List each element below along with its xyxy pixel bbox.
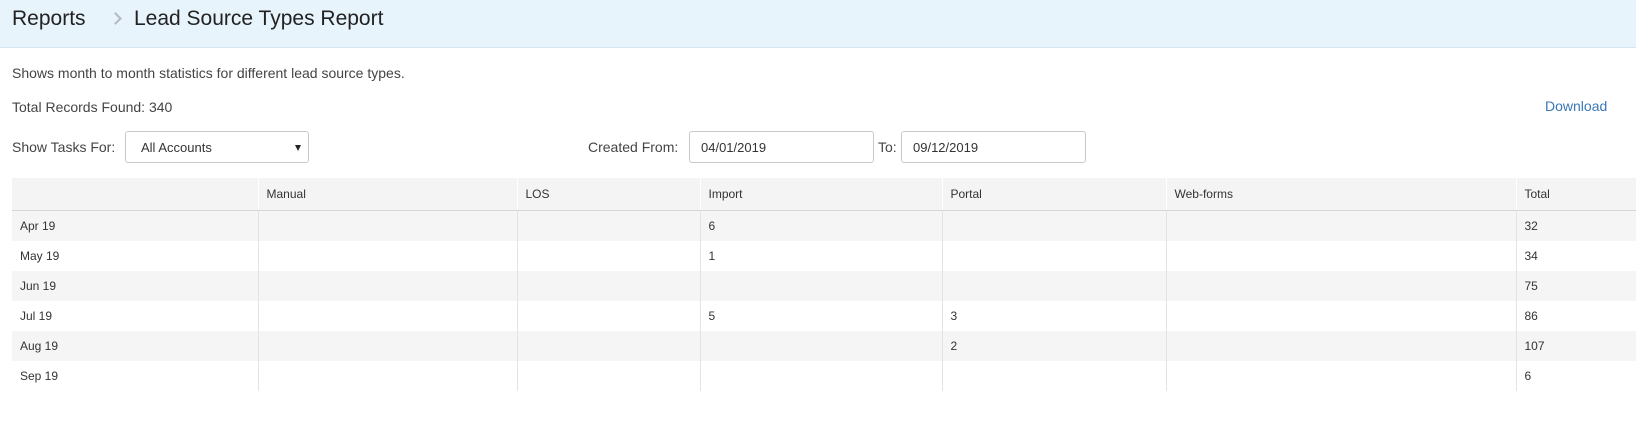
table-row: Jul 19 5 3 86 bbox=[12, 301, 1636, 331]
cell-portal bbox=[941, 241, 1166, 271]
column-header-web-forms[interactable]: Web-forms bbox=[1165, 178, 1516, 211]
created-to-input[interactable] bbox=[901, 131, 1086, 163]
table-row: Sep 19 6 bbox=[12, 361, 1636, 391]
column-header-import[interactable]: Import bbox=[699, 178, 942, 211]
column-header-los[interactable]: LOS bbox=[516, 178, 700, 211]
column-header-month bbox=[12, 178, 258, 211]
cell-total: 86 bbox=[1515, 301, 1636, 331]
cell-total: 6 bbox=[1515, 361, 1636, 391]
report-description: Shows month to month statistics for diff… bbox=[12, 65, 405, 81]
cell-portal bbox=[941, 210, 1166, 241]
show-tasks-selected-value: All Accounts bbox=[141, 140, 212, 155]
cell-total: 75 bbox=[1515, 271, 1636, 301]
cell-los bbox=[516, 301, 700, 331]
table-row: May 19 1 34 bbox=[12, 241, 1636, 271]
cell-los bbox=[516, 271, 700, 301]
chevron-right-icon bbox=[109, 12, 122, 25]
cell-portal bbox=[941, 271, 1166, 301]
cell-manual bbox=[257, 301, 517, 331]
cell-total: 32 bbox=[1515, 210, 1636, 241]
cell-los bbox=[516, 210, 700, 241]
cell-manual bbox=[257, 271, 517, 301]
cell-web-forms bbox=[1165, 241, 1516, 271]
breadcrumb-reports-link[interactable]: Reports bbox=[12, 7, 86, 31]
table-header-row: Manual LOS Import Portal Web-forms Total bbox=[12, 178, 1636, 211]
to-label: To: bbox=[878, 139, 897, 155]
cell-manual bbox=[257, 210, 517, 241]
cell-import bbox=[699, 361, 942, 391]
cell-los bbox=[516, 361, 700, 391]
total-records: Total Records Found: 340 bbox=[12, 99, 173, 115]
cell-portal bbox=[941, 361, 1166, 391]
lead-source-table: Manual LOS Import Portal Web-forms Total… bbox=[12, 178, 1636, 391]
cell-month: Jun 19 bbox=[12, 271, 258, 301]
cell-web-forms bbox=[1165, 210, 1516, 241]
cell-month: Sep 19 bbox=[20, 369, 59, 383]
show-tasks-label: Show Tasks For: bbox=[12, 139, 116, 155]
cell-total: 34 bbox=[1515, 241, 1636, 271]
cell-total: 107 bbox=[1515, 331, 1636, 361]
caret-down-icon bbox=[295, 145, 301, 151]
column-header-portal[interactable]: Portal bbox=[941, 178, 1166, 211]
table-row: Aug 19 2 107 bbox=[12, 331, 1636, 361]
cell-import: 5 bbox=[699, 301, 942, 331]
table-row: Jun 19 75 bbox=[12, 271, 1636, 301]
cell-month: Jul 19 bbox=[20, 309, 53, 323]
cell-portal: 2 bbox=[941, 331, 1166, 361]
created-from-input[interactable] bbox=[689, 131, 874, 163]
page-header: Reports Lead Source Types Report bbox=[0, 0, 1636, 48]
cell-los bbox=[516, 331, 700, 361]
column-header-manual[interactable]: Manual bbox=[257, 178, 517, 211]
table-row: Apr 19 6 32 bbox=[12, 210, 1636, 241]
cell-manual bbox=[257, 331, 517, 361]
created-from-label: Created From: bbox=[588, 139, 679, 155]
cell-month: May 19 bbox=[20, 249, 60, 263]
cell-month: Apr 19 bbox=[12, 210, 258, 241]
cell-web-forms bbox=[1165, 271, 1516, 301]
show-tasks-select[interactable]: All Accounts bbox=[125, 131, 309, 163]
cell-web-forms bbox=[1165, 361, 1516, 391]
cell-los bbox=[516, 241, 700, 271]
cell-manual bbox=[257, 241, 517, 271]
cell-manual bbox=[257, 361, 517, 391]
download-link[interactable]: Download bbox=[1545, 98, 1607, 114]
cell-web-forms bbox=[1165, 301, 1516, 331]
page-title: Lead Source Types Report bbox=[134, 7, 384, 30]
cell-import bbox=[699, 271, 942, 301]
cell-portal: 3 bbox=[941, 301, 1166, 331]
column-header-total[interactable]: Total bbox=[1515, 178, 1636, 211]
cell-import bbox=[699, 331, 942, 361]
cell-import: 6 bbox=[699, 210, 942, 241]
cell-month: Aug 19 bbox=[12, 331, 258, 361]
cell-import: 1 bbox=[699, 241, 942, 271]
cell-web-forms bbox=[1165, 331, 1516, 361]
